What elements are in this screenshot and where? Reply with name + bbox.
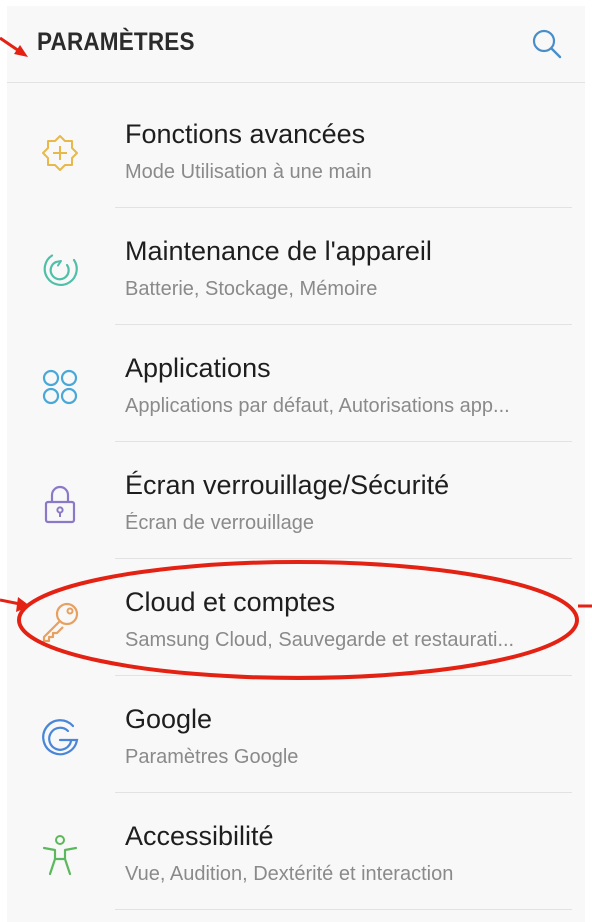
accessibility-icon <box>42 835 78 876</box>
item-title: Écran verrouillage/Sécurité <box>125 470 450 500</box>
settings-list: Fonctions avancées Mode Utilisation à un… <box>7 91 585 910</box>
app-bar: PARAMÈTRES <box>7 6 585 83</box>
settings-item-accessibility[interactable]: Accessibilité Vue, Audition, Dextérité e… <box>7 793 585 910</box>
google-icon <box>42 719 79 756</box>
key-icon <box>42 602 79 643</box>
item-title: Accessibilité <box>125 821 274 851</box>
search-button[interactable] <box>529 26 565 62</box>
page-title: PARAMÈTRES <box>37 28 195 56</box>
settings-item-advanced-features[interactable]: Fonctions avancées Mode Utilisation à un… <box>7 91 585 208</box>
item-subtitle: Mode Utilisation à une main <box>125 161 372 183</box>
apps-icon <box>42 369 78 405</box>
item-subtitle: Batterie, Stockage, Mémoire <box>125 278 378 300</box>
item-subtitle: Écran de verrouillage <box>125 512 314 534</box>
settings-item-google[interactable]: Google Paramètres Google <box>7 676 585 793</box>
item-title: Fonctions avancées <box>125 119 366 149</box>
item-subtitle: Paramètres Google <box>125 746 299 768</box>
divider <box>115 909 572 910</box>
advanced-features-icon <box>42 135 78 171</box>
settings-item-lock-screen-security[interactable]: Écran verrouillage/Sécurité Écran de ver… <box>7 442 585 559</box>
item-title: Applications <box>125 353 271 383</box>
search-icon <box>532 29 562 59</box>
item-subtitle: Samsung Cloud, Sauvegarde et restaurati.… <box>125 629 515 651</box>
device-maintenance-icon <box>43 254 78 286</box>
item-title: Google <box>125 704 213 734</box>
settings-item-cloud-accounts[interactable]: Cloud et comptes Samsung Cloud, Sauvegar… <box>7 559 585 676</box>
settings-item-device-maintenance[interactable]: Maintenance de l'appareil Batterie, Stoc… <box>7 208 585 325</box>
item-subtitle: Applications par défaut, Autorisations a… <box>125 395 510 417</box>
item-subtitle: Vue, Audition, Dextérité et interaction <box>125 863 454 885</box>
lock-icon <box>44 485 76 524</box>
settings-screen: PARAMÈTRES Fonctions avancées Mode Utili… <box>7 6 585 922</box>
item-title: Cloud et comptes <box>125 587 336 617</box>
item-title: Maintenance de l'appareil <box>125 236 432 266</box>
settings-item-applications[interactable]: Applications Applications par défaut, Au… <box>7 325 585 442</box>
